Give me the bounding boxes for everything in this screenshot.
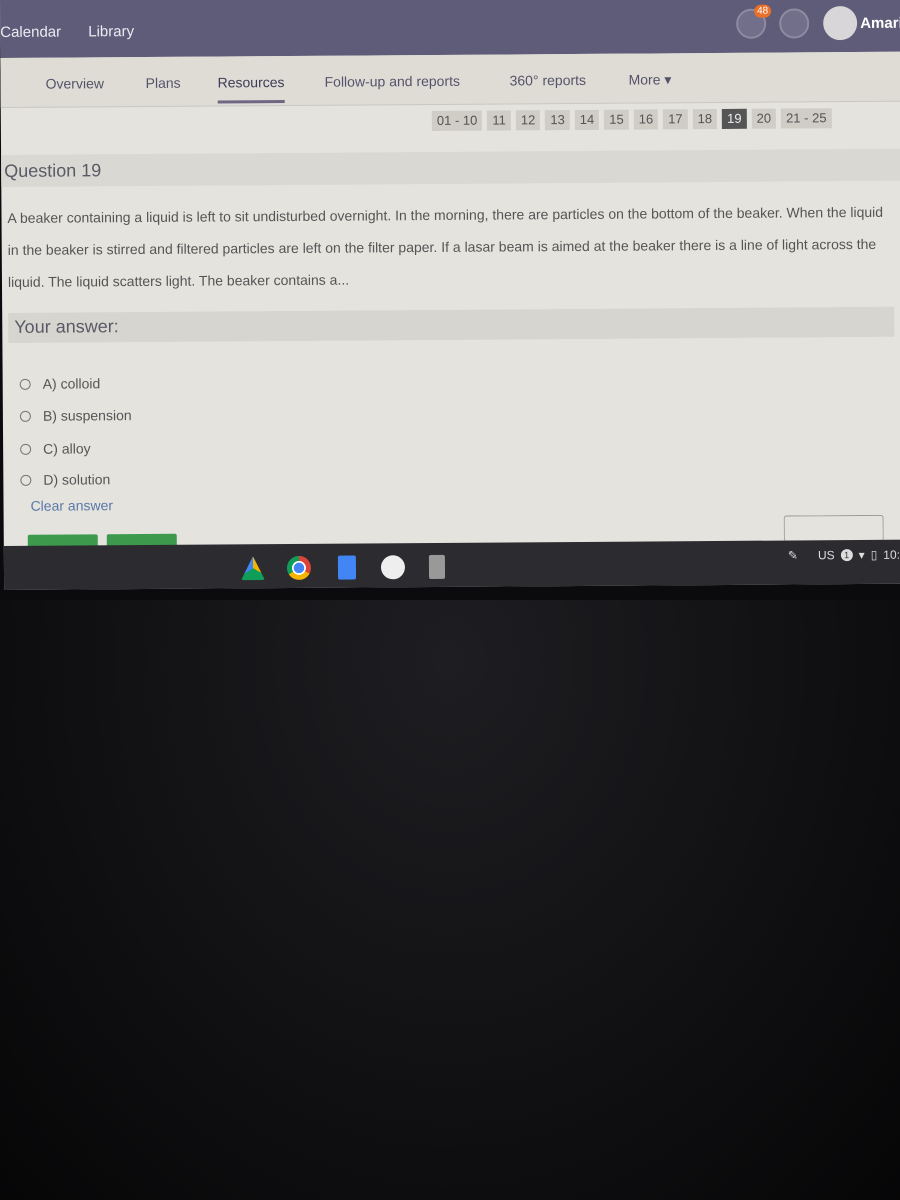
laptop-keyboard-photo xyxy=(0,600,900,1200)
page-button[interactable]: 15 xyxy=(604,109,629,130)
question-pager: 01 - 10 11 12 13 14 15 16 17 18 19 20 21… xyxy=(431,108,832,131)
page-button[interactable]: 13 xyxy=(545,110,570,131)
avatar[interactable] xyxy=(823,6,858,41)
locale: US xyxy=(817,548,835,563)
page-button[interactable]: 12 xyxy=(515,110,541,131)
page-button[interactable]: 20 xyxy=(751,108,777,129)
page-button-current[interactable]: 19 xyxy=(722,108,747,129)
library-link[interactable]: Library xyxy=(88,23,134,40)
page-button[interactable]: 21 - 25 xyxy=(780,108,832,129)
page-button[interactable]: 16 xyxy=(633,109,659,130)
page-button[interactable]: 14 xyxy=(574,109,600,130)
battery-icon: ▯ xyxy=(870,547,878,562)
screen: Calendar Library 48 Amari Overview Plans… xyxy=(0,0,900,590)
calendar-link[interactable]: Calendar xyxy=(0,24,61,41)
option-label: D) solution xyxy=(43,471,111,488)
chrome-icon[interactable] xyxy=(286,555,312,581)
chat-icon[interactable] xyxy=(779,8,810,39)
page-button[interactable]: 17 xyxy=(663,109,688,130)
your-answer-label: Your answer: xyxy=(8,306,895,343)
question-title: Question 19 xyxy=(1,148,900,187)
option-a[interactable]: A) colloid xyxy=(19,375,101,392)
wifi-icon: ▾ xyxy=(858,547,865,563)
clear-answer-link[interactable]: Clear answer xyxy=(30,497,113,514)
drive-icon[interactable] xyxy=(241,556,265,580)
user-name[interactable]: Amari xyxy=(860,15,900,32)
option-c[interactable]: C) alloy xyxy=(20,440,91,457)
page-button[interactable]: 01 - 10 xyxy=(431,110,483,131)
clock: 10:47 xyxy=(883,547,900,562)
nav-tabs: Overview Plans Resources Follow-up and r… xyxy=(0,51,900,108)
tab-plans[interactable]: Plans xyxy=(146,75,181,91)
radio-icon[interactable] xyxy=(20,443,32,455)
docs-icon[interactable] xyxy=(337,555,357,580)
app-icon[interactable] xyxy=(428,554,446,580)
radio-icon[interactable] xyxy=(19,378,31,390)
play-store-icon[interactable] xyxy=(380,555,406,580)
option-label: B) suspension xyxy=(42,407,132,424)
option-d[interactable]: D) solution xyxy=(20,471,110,488)
system-tray[interactable]: ✎ US 1 ▾ ▯ 10:47 xyxy=(788,548,900,563)
option-b[interactable]: B) suspension xyxy=(19,407,132,424)
pen-icon[interactable]: ✎ xyxy=(788,548,798,562)
outlined-button[interactable] xyxy=(783,514,884,542)
top-bar: Calendar Library 48 Amari xyxy=(0,0,900,58)
tab-360-reports[interactable]: 360° reports xyxy=(510,72,587,89)
question-text: A beaker containing a liquid is left to … xyxy=(7,203,884,290)
tab-resources[interactable]: Resources xyxy=(217,74,285,104)
page-button[interactable]: 11 xyxy=(487,110,511,131)
page-button[interactable]: 18 xyxy=(692,108,718,130)
radio-icon[interactable] xyxy=(20,474,32,486)
notification-badge: 48 xyxy=(754,4,772,18)
taskbar: ✎ US 1 ▾ ▯ 10:47 xyxy=(3,539,900,590)
notification-count: 1 xyxy=(840,549,853,562)
option-label: C) alloy xyxy=(43,440,91,457)
option-label: A) colloid xyxy=(42,375,101,392)
tab-overview[interactable]: Overview xyxy=(46,75,104,91)
tab-follow-up[interactable]: Follow-up and reports xyxy=(325,73,461,90)
tab-more[interactable]: More ▾ xyxy=(629,71,672,88)
radio-icon[interactable] xyxy=(19,410,31,422)
